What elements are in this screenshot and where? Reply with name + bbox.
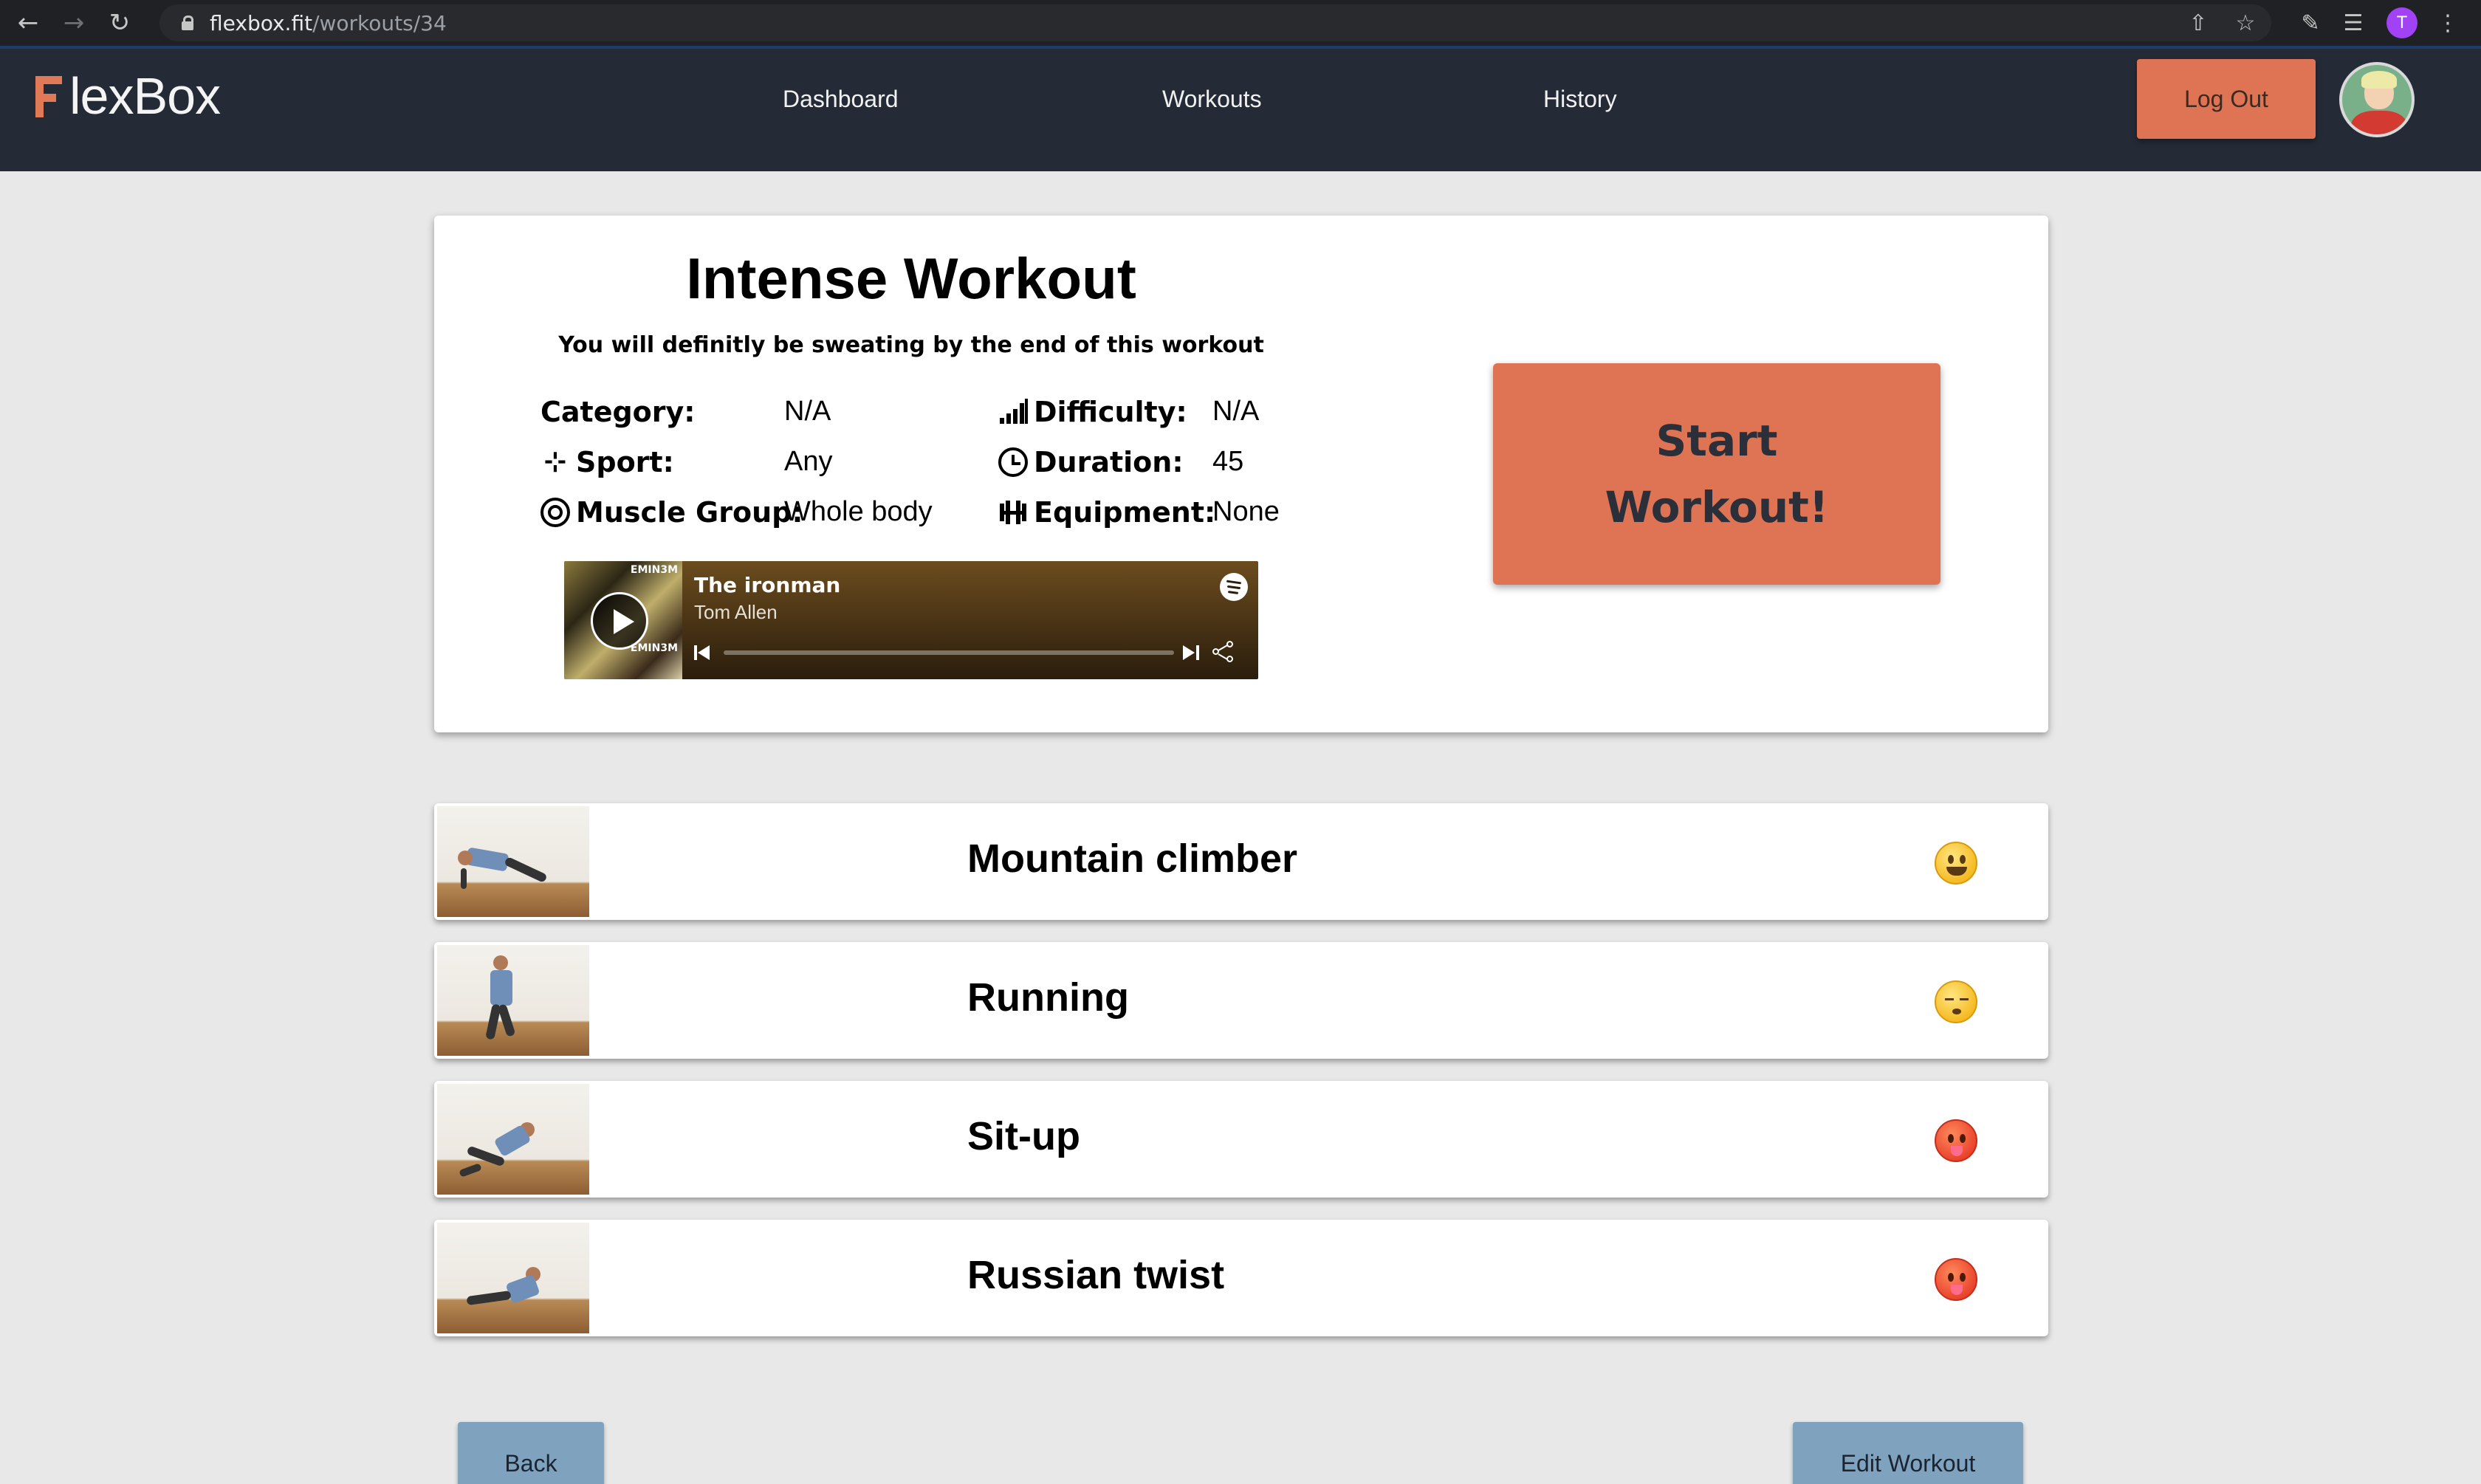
- url-host: flexbox.fit: [210, 10, 313, 35]
- start-workout-button[interactable]: Start Workout!: [1493, 363, 1940, 585]
- sport-value: Any: [784, 446, 833, 477]
- app-header: lexBox Dashboard Workouts History Log Ou…: [0, 49, 2481, 171]
- difficulty-value: N/A: [1212, 396, 1260, 427]
- logo-text: lexBox: [69, 67, 221, 125]
- nav-workouts[interactable]: Workouts: [1162, 86, 1262, 113]
- muscle-group-value: Whole body: [784, 496, 933, 527]
- equipment-label: Equipment:: [998, 496, 1215, 529]
- exercise-card[interactable]: Russian twist: [434, 1220, 2048, 1336]
- user-avatar[interactable]: [2339, 62, 2415, 137]
- category-label: Category:: [541, 396, 696, 428]
- skip-next-icon[interactable]: [1181, 644, 1199, 662]
- duration-label: Duration:: [998, 446, 1184, 478]
- browser-toolbar: ← → ↻ flexbox.fit/workouts/34 ⇧ ☆ ✎ ☰ T …: [0, 0, 2481, 46]
- clock-icon: [998, 447, 1028, 477]
- exercise-thumbnail: [437, 945, 589, 1056]
- duration-value: 45: [1212, 446, 1244, 477]
- track-artist[interactable]: Tom Allen: [694, 601, 778, 624]
- workout-info-card: Intense Workout You will definitly be sw…: [434, 216, 2048, 732]
- extension-pen-icon[interactable]: ✎: [2295, 7, 2326, 38]
- signal-bars-icon: [998, 397, 1028, 427]
- address-bar[interactable]: flexbox.fit/workouts/34: [159, 4, 2271, 41]
- browser-back-icon[interactable]: ←: [10, 5, 46, 41]
- track-title[interactable]: The ironman: [694, 573, 840, 597]
- hot-face-icon: [1935, 1119, 1977, 1162]
- spotify-player[interactable]: EMIN3M EMIN3M The ironman Tom Allen: [564, 561, 1258, 679]
- exercise-name: Sit-up: [967, 1114, 1080, 1158]
- hot-face-icon: [1935, 1258, 1977, 1301]
- muscle-group-label: Muscle Group:: [541, 496, 803, 529]
- play-icon[interactable]: [591, 592, 648, 650]
- running-person-icon: ⊹: [543, 447, 567, 477]
- url-path: /workouts/34: [312, 10, 447, 35]
- flexbox-logo[interactable]: lexBox: [35, 66, 221, 126]
- skip-previous-icon[interactable]: [694, 644, 712, 662]
- happy-face-icon: [1935, 842, 1977, 884]
- dumbbell-icon: [998, 498, 1028, 527]
- browser-reload-icon[interactable]: ↻: [102, 5, 137, 41]
- exercise-thumbnail: [437, 806, 589, 917]
- browser-profile-avatar[interactable]: T: [2386, 7, 2417, 38]
- spotify-logo-icon[interactable]: [1220, 573, 1248, 601]
- sleepy-face-icon: [1935, 980, 1977, 1023]
- sport-label: ⊹ Sport:: [541, 446, 674, 478]
- difficulty-label: Difficulty:: [998, 396, 1187, 428]
- exercise-name: Mountain climber: [967, 837, 1298, 881]
- back-button[interactable]: Back: [458, 1422, 604, 1484]
- exercise-card[interactable]: Sit-up: [434, 1081, 2048, 1198]
- target-icon: [541, 498, 570, 527]
- workout-title: Intense Workout: [686, 246, 1136, 311]
- lock-icon: [182, 16, 193, 30]
- equipment-value: None: [1212, 496, 1280, 527]
- bookmark-star-icon[interactable]: ☆: [2230, 7, 2261, 38]
- edit-workout-button[interactable]: Edit Workout: [1793, 1422, 2023, 1484]
- browser-menu-icon[interactable]: ⋮: [2432, 7, 2463, 38]
- nav-dashboard[interactable]: Dashboard: [783, 86, 899, 113]
- exercise-name: Running: [967, 975, 1129, 1020]
- logout-button[interactable]: Log Out: [2137, 59, 2316, 139]
- playback-progress-bar[interactable]: [724, 650, 1174, 655]
- exercise-name: Russian twist: [967, 1253, 1225, 1297]
- extensions-puzzle-icon[interactable]: ☰: [2338, 7, 2369, 38]
- logo-f-mark-icon: [35, 73, 65, 119]
- exercise-card[interactable]: Mountain climber: [434, 803, 2048, 920]
- category-value: N/A: [784, 396, 831, 427]
- exercise-thumbnail: [437, 1223, 589, 1333]
- share-icon[interactable]: [1212, 641, 1235, 663]
- workout-description: You will definitly be sweating by the en…: [558, 332, 1264, 358]
- browser-forward-icon[interactable]: →: [56, 5, 92, 41]
- exercise-card[interactable]: Running: [434, 942, 2048, 1059]
- exercise-thumbnail: [437, 1084, 589, 1195]
- share-page-icon[interactable]: ⇧: [2183, 7, 2214, 38]
- nav-history[interactable]: History: [1543, 86, 1617, 113]
